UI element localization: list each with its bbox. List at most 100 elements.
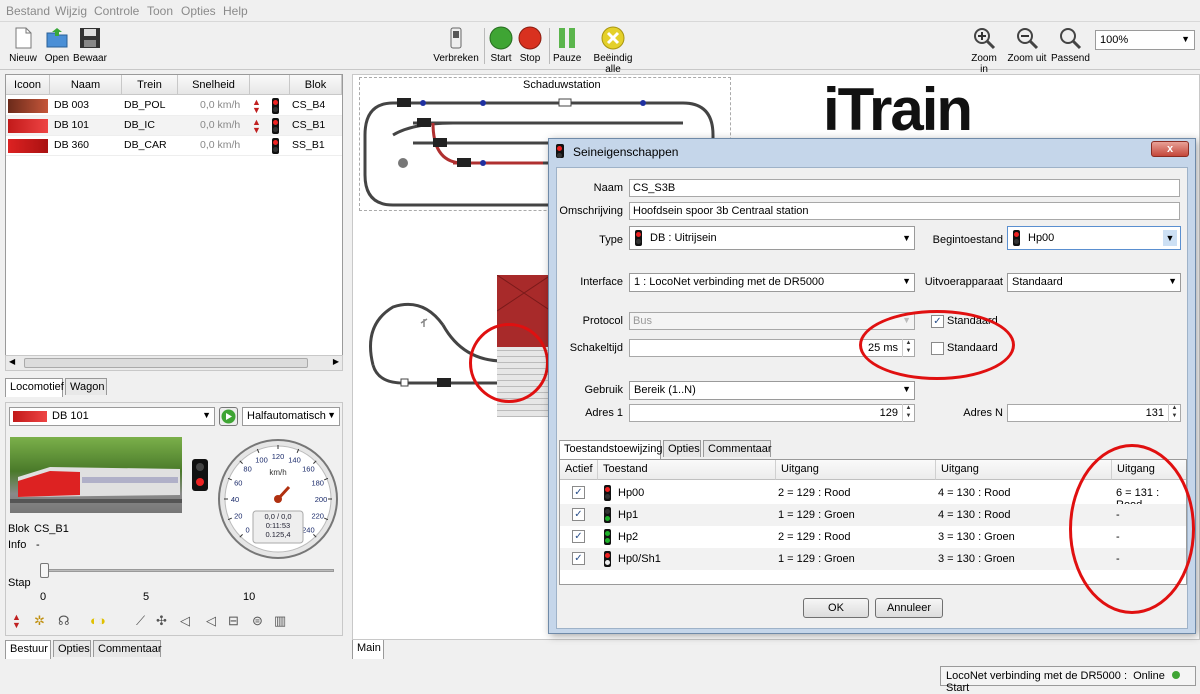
- active-checkbox[interactable]: ✓: [572, 508, 585, 521]
- omschrijving-field[interactable]: Hoofdsein spoor 3b Centraal station: [629, 202, 1180, 220]
- zoom-level-select[interactable]: 100% ▼: [1095, 30, 1195, 50]
- tab-opties[interactable]: Opties: [53, 640, 91, 657]
- sound-icon[interactable]: ◁: [180, 613, 190, 629]
- gauge-tick-label: 40: [231, 495, 239, 504]
- menu-wijzig[interactable]: Wijzig: [55, 4, 87, 18]
- horn-icon[interactable]: ☊: [58, 613, 70, 629]
- column-header[interactable]: Uitgang: [776, 460, 936, 480]
- step-slider[interactable]: [42, 569, 334, 572]
- cancel-button[interactable]: Annuleer: [875, 598, 943, 618]
- stop-label: Stop: [519, 53, 541, 64]
- step-slider-thumb[interactable]: [40, 563, 49, 578]
- column-header[interactable]: Trein: [122, 75, 178, 95]
- tab-toestandstoewijzing[interactable]: Toestandstoewijzing: [559, 440, 662, 459]
- ok-button[interactable]: OK: [803, 598, 869, 618]
- direction-toggle-icon[interactable]: ▲ ▼: [12, 613, 21, 630]
- gauge-tick-label: 160: [302, 465, 315, 474]
- end-all-button[interactable]: Beëindig alle: [585, 26, 641, 75]
- horizontal-scrollbar[interactable]: ◀ ▶: [5, 355, 343, 371]
- scrollbar-thumb[interactable]: [24, 358, 308, 368]
- stop-button[interactable]: Stop: [517, 26, 543, 64]
- start-button[interactable]: Start: [488, 26, 514, 64]
- column-header[interactable]: Actief: [560, 460, 598, 480]
- headlights-icon[interactable]: ◐◑: [90, 613, 106, 628]
- tab-opties[interactable]: Opties: [663, 440, 701, 457]
- tab-locomotief[interactable]: Locomotief: [5, 378, 64, 397]
- tab-commentaar[interactable]: Commentaar: [93, 640, 162, 657]
- play-button[interactable]: [219, 407, 238, 426]
- type-value: DB : Uitrijsein: [650, 232, 717, 244]
- column-header[interactable]: Blok: [290, 75, 342, 95]
- loco-name: DB 360: [54, 139, 90, 151]
- drive-mode-select[interactable]: Halfautomatisch ▼: [242, 407, 340, 426]
- open-button[interactable]: Open: [42, 26, 72, 64]
- column-header[interactable]: Snelheid: [178, 75, 250, 95]
- table-row[interactable]: DB 003 DB_POL 0,0 km/h ▲ ▼ CS_B4: [6, 96, 342, 116]
- begintoestand-value: Hp00: [1028, 232, 1055, 244]
- connection-status-label: LocoNet verbinding met de DR5000 :: [946, 670, 1127, 682]
- tab-main[interactable]: Main: [352, 640, 384, 659]
- uitvoerapparaat-select[interactable]: Standaard ▼: [1007, 273, 1181, 292]
- tab-bestuur[interactable]: Bestuur: [5, 640, 51, 659]
- column-header[interactable]: Icoon: [6, 75, 50, 95]
- status-start: Start: [946, 682, 970, 694]
- loco-train: DB_POL: [124, 99, 166, 111]
- menu-toon[interactable]: Toon: [147, 4, 173, 18]
- disconnect-button[interactable]: Verbreken: [432, 26, 480, 64]
- scroll-left-icon[interactable]: ◀: [9, 357, 15, 366]
- gebruik-select[interactable]: Bereik (1..N) ▼: [629, 381, 915, 400]
- table-row[interactable]: DB 360 DB_CAR 0,0 km/h SS_B1: [6, 136, 342, 156]
- gauge-tick-label: 180: [311, 479, 324, 488]
- menu-controle[interactable]: Controle: [94, 4, 139, 18]
- spinner-arrows-icon[interactable]: ▲ ▼: [1168, 404, 1180, 422]
- menu-help[interactable]: Help: [223, 4, 248, 18]
- loco-block: CS_B4: [292, 99, 326, 111]
- curve-icon[interactable]: ⟋: [136, 613, 145, 629]
- coupler-icon[interactable]: ⊟: [228, 613, 239, 629]
- menu-bestand[interactable]: Bestand: [6, 4, 50, 18]
- tab-commentaar[interactable]: Commentaar: [703, 440, 772, 457]
- info-value: -: [36, 539, 40, 551]
- zoom-in-button[interactable]: Zoom in: [966, 26, 1002, 75]
- interface-select[interactable]: 1 : LocoNet verbinding met de DR5000 ▼: [629, 273, 915, 292]
- adresN-field[interactable]: 131: [1007, 404, 1181, 422]
- protocol-label: Protocol: [582, 315, 623, 327]
- begintoestand-select[interactable]: Hp00 ▼: [1007, 226, 1181, 250]
- status-dot-icon: [1171, 671, 1180, 679]
- scroll-right-icon[interactable]: ▶: [333, 357, 339, 366]
- column-header[interactable]: Naam: [50, 75, 122, 95]
- spinner-arrows-icon[interactable]: ▲ ▼: [902, 404, 914, 422]
- direction-arrows-icon[interactable]: ▲ ▼: [252, 118, 261, 135]
- train-photo-icon: [10, 467, 182, 503]
- save-button[interactable]: Bewaar: [73, 26, 107, 64]
- state-name: Hp00: [618, 487, 645, 499]
- output-value: 2 = 129 : Rood: [778, 531, 851, 543]
- fan-icon[interactable]: ✣: [156, 613, 167, 629]
- menu-opties[interactable]: Opties: [181, 4, 216, 18]
- sound-icon[interactable]: ◁: [206, 613, 216, 629]
- active-checkbox[interactable]: ✓: [572, 486, 585, 499]
- adres1-field[interactable]: 129: [629, 404, 915, 422]
- tab-wagon[interactable]: Wagon: [65, 378, 107, 395]
- active-checkbox[interactable]: ✓: [572, 530, 585, 543]
- interface-value: 1 : LocoNet verbinding met de DR5000: [634, 276, 825, 288]
- fit-button[interactable]: Passend: [1051, 26, 1090, 64]
- signal-icon: [635, 230, 642, 246]
- active-checkbox[interactable]: ✓: [572, 552, 585, 565]
- column-header[interactable]: Toestand: [598, 460, 776, 480]
- naam-field[interactable]: CS_S3B: [629, 179, 1180, 197]
- uitvoerapparaat-value: Standaard: [1012, 276, 1063, 288]
- zoom-out-button[interactable]: Zoom uit: [1007, 26, 1047, 64]
- pause-icon: [555, 26, 579, 50]
- volume-icon[interactable]: ▥: [274, 613, 286, 629]
- direction-arrows-icon[interactable]: ▲ ▼: [252, 98, 261, 115]
- table-row[interactable]: DB 101 DB_IC 0,0 km/h ▲ ▼ CS_B1: [6, 116, 342, 136]
- loco-block: CS_B1: [292, 119, 326, 131]
- close-button[interactable]: x: [1151, 141, 1189, 157]
- light-icon[interactable]: ✲: [34, 613, 45, 629]
- new-button[interactable]: Nieuw: [8, 26, 38, 64]
- brake-icon[interactable]: ⊜: [252, 613, 263, 629]
- type-select[interactable]: DB : Uitrijsein ▼: [629, 226, 915, 250]
- locomotive-select[interactable]: DB 101 ▼: [9, 407, 215, 426]
- pause-button[interactable]: Pauze: [553, 26, 581, 64]
